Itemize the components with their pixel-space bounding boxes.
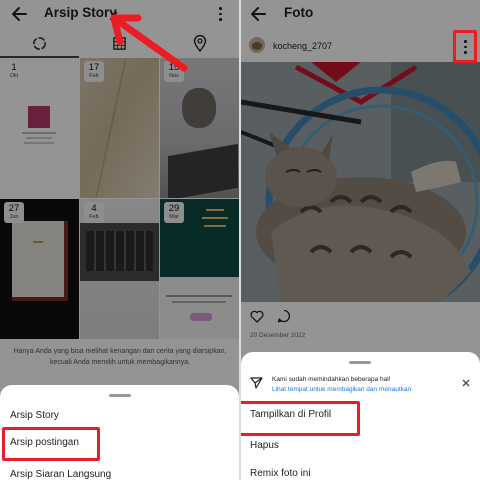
archive-caption: Hanya Anda yang bisa melihat kenangan da… bbox=[13, 348, 227, 366]
menu-item-remix-foto[interactable]: Remix foto ini bbox=[250, 468, 311, 479]
story-grid: 1 Okt 17 Feb 15 Nov 27 Jun 4 Feb 29 Mar bbox=[0, 58, 239, 340]
highlight-box bbox=[453, 30, 477, 63]
story-month: Jun bbox=[9, 214, 19, 220]
back-arrow-icon[interactable] bbox=[248, 4, 268, 24]
username[interactable]: kocheng_2707 bbox=[273, 41, 332, 51]
story-thumbnail[interactable]: 15 Nov bbox=[160, 58, 239, 198]
story-day: 1 bbox=[11, 62, 17, 73]
notice-link[interactable]: Lihat tempat untuk membagikan dan menaut… bbox=[272, 386, 411, 393]
highlight-box bbox=[2, 427, 100, 461]
menu-item-arsip-siaran-langsung[interactable]: Arsip Siaran Langsung bbox=[10, 469, 111, 480]
story-date: 4 Feb bbox=[84, 202, 104, 223]
story-day: 29 bbox=[168, 203, 180, 214]
notebook bbox=[12, 221, 68, 301]
story-month: Feb bbox=[89, 214, 99, 220]
story-month: Mar bbox=[169, 214, 179, 220]
laptop bbox=[168, 143, 238, 198]
story-month: Okt bbox=[9, 73, 19, 79]
menu-item-hapus[interactable]: Hapus bbox=[250, 440, 279, 451]
story-thumbnail[interactable]: 27 Jun bbox=[0, 199, 79, 339]
story-thumbnail[interactable]: 17 Feb bbox=[80, 58, 159, 198]
annotation-arrow-icon bbox=[110, 14, 188, 72]
tab-story[interactable] bbox=[0, 30, 79, 58]
story-thumbnail[interactable]: 1 Okt bbox=[0, 58, 79, 198]
story-date: 1 Okt bbox=[4, 61, 24, 82]
avatar[interactable] bbox=[249, 37, 265, 53]
like-heart-icon[interactable] bbox=[250, 310, 264, 323]
story-date: 27 Jun bbox=[4, 202, 24, 223]
post-date: 20 Desember 2022 bbox=[250, 332, 306, 339]
highlight-box bbox=[241, 401, 360, 436]
circle-dashed-icon bbox=[33, 37, 46, 50]
story-thumbnail[interactable]: 29 Mar bbox=[160, 199, 239, 339]
story-day: 27 bbox=[8, 203, 20, 214]
archive-screen: Arsip Story 1 Okt 17 Feb 15 Nov 27 Jun 4… bbox=[0, 0, 239, 480]
location-pin-icon bbox=[193, 35, 207, 52]
send-paper-plane-icon bbox=[250, 377, 263, 389]
more-options-icon[interactable] bbox=[215, 6, 225, 22]
photo-screen: Foto kocheng_2707 20 Desember 2022 Kami … bbox=[241, 0, 480, 480]
photo-header: Foto bbox=[241, 0, 480, 30]
post-photo[interactable] bbox=[241, 62, 480, 302]
cat-photo bbox=[241, 62, 480, 302]
story-date: 29 Mar bbox=[164, 202, 184, 223]
comment-bubble-icon[interactable] bbox=[277, 309, 291, 323]
back-arrow-icon[interactable] bbox=[9, 4, 29, 24]
sheet-handle[interactable] bbox=[349, 361, 371, 364]
page-title: Foto bbox=[284, 5, 314, 20]
sheet-handle[interactable] bbox=[109, 394, 131, 397]
story-day: 4 bbox=[91, 203, 97, 214]
notice-text: Kami sudah memindahkan beberapa hal! bbox=[272, 376, 391, 383]
story-thumbnail[interactable]: 4 Feb bbox=[80, 199, 159, 339]
menu-item-arsip-story[interactable]: Arsip Story bbox=[10, 410, 59, 421]
close-icon[interactable] bbox=[461, 378, 471, 388]
person-figure bbox=[182, 88, 216, 128]
thumbnail-image bbox=[28, 106, 50, 128]
